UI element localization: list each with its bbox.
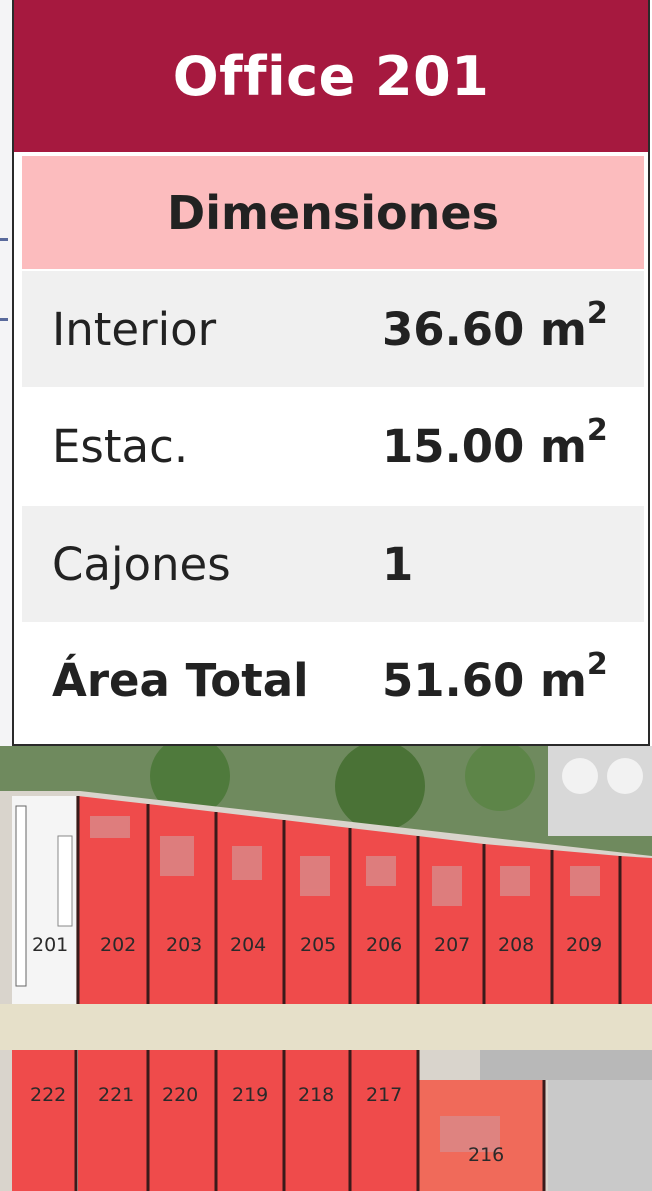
background-mark <box>0 238 8 241</box>
unit-203-area <box>148 804 216 1004</box>
unit-222-area <box>12 1050 76 1191</box>
stair-area <box>480 1050 652 1080</box>
office-title: Office 201 <box>172 44 490 108</box>
unit-label: 209 <box>566 934 603 956</box>
unit-label: 202 <box>100 934 137 956</box>
row-value: 15.00 m2 <box>382 413 608 473</box>
corridor <box>0 1004 652 1050</box>
unit-label: 218 <box>298 1084 335 1106</box>
background-mark <box>0 318 8 321</box>
background-edge <box>0 0 12 760</box>
unit-210-area <box>620 856 652 1004</box>
umbrella-shape <box>607 758 643 794</box>
unit-218-area <box>284 1050 350 1191</box>
umbrella-shape <box>562 758 598 794</box>
unit-label: 221 <box>98 1084 135 1106</box>
row-label: Área Total <box>52 653 309 707</box>
unit-label: 217 <box>366 1084 403 1106</box>
unit-201-furniture <box>57 835 73 927</box>
unit-207-area <box>418 836 484 1004</box>
row-interior: Interior 36.60 m2 <box>22 271 644 387</box>
row-cajones: Cajones 1 <box>22 506 644 622</box>
dimensions-title: Dimensiones <box>167 185 499 240</box>
row-label: Estac. <box>52 419 189 473</box>
card-header: Office 201 <box>14 0 648 152</box>
office-details-card: Office 201 Dimensiones Interior 36.60 m2… <box>12 0 650 746</box>
patio-area <box>548 746 652 836</box>
restroom-area <box>548 1080 652 1191</box>
unit-206-area <box>350 828 418 1004</box>
unit-label: 220 <box>162 1084 199 1106</box>
unit-label: 205 <box>300 934 337 956</box>
unit-204-area <box>216 812 284 1004</box>
unit-label: 222 <box>30 1084 67 1106</box>
unit-217-area <box>350 1050 418 1191</box>
unit-label: 208 <box>498 934 535 956</box>
unit-221-area <box>78 1050 148 1191</box>
dimensions-header: Dimensiones <box>22 156 644 269</box>
floor-plan: 201 202 203 204 205 206 207 208 209 222 … <box>0 746 652 1191</box>
unit-label: 201 <box>32 934 69 956</box>
row-area-total: Área Total 51.60 m2 <box>22 622 644 738</box>
unit-label: 206 <box>366 934 403 956</box>
unit-205-area <box>284 820 350 1004</box>
row-label: Cajones <box>52 537 231 591</box>
unit-label: 219 <box>232 1084 269 1106</box>
unit-label: 207 <box>434 934 471 956</box>
row-value: 51.60 m2 <box>382 647 608 707</box>
row-estac: Estac. 15.00 m2 <box>22 388 644 504</box>
unit-201-furniture <box>15 805 27 987</box>
row-value: 1 <box>382 538 414 591</box>
unit-label: 204 <box>230 934 267 956</box>
unit-label: 203 <box>166 934 203 956</box>
row-label: Interior <box>52 302 217 356</box>
row-value: 36.60 m2 <box>382 296 608 356</box>
unit-label: 216 <box>468 1144 505 1166</box>
unit-220-area <box>148 1050 216 1191</box>
unit-219-area <box>216 1050 284 1191</box>
floor-plan-drawing <box>0 746 652 1191</box>
